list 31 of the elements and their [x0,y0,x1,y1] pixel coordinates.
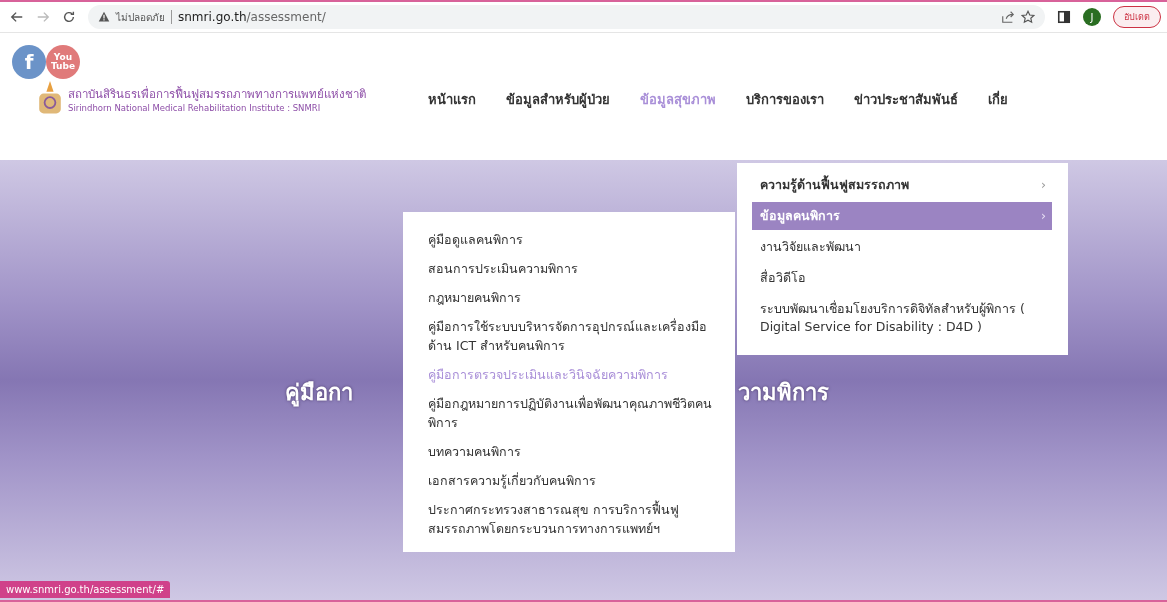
submenu-item[interactable]: กฎหมายคนพิการ [428,288,721,307]
update-button[interactable]: อัปเดต [1113,6,1161,28]
submenu-item[interactable]: เอกสารความรู้เกี่ยวกับคนพิการ [428,471,721,490]
nav-link[interactable]: เกี่ย [988,88,1008,110]
institute-name: สถาบันสิรินธรเพื่อการฟื้นฟูสมรรถภาพทางการแพทย์แห่งชาติ [68,85,366,103]
nav-link[interactable]: หน้าแรก [428,88,476,110]
submenu-item[interactable]: บทความคนพิการ [428,442,721,461]
share-icon[interactable] [1001,10,1015,24]
institute-english-name: Sirindhorn National Medical Rehabilitation Institute : SNMRI [68,103,322,113]
side-panel-icon[interactable] [1057,10,1071,24]
nav-link[interactable]: ข้อมูลสำหรับผู้ป่วย [506,88,610,110]
submenu-item[interactable]: ประกาศกระทรวงสาธารณสุข การบริการฟื้นฟูสมรรถภาพโดยกระบวนการทางการแพทย์ฯ [428,500,721,538]
menu-item[interactable]: ระบบพัฒนาเชื่อมโยงบริการดิจิทัลสำหรับผู้พิการ ( Digital Service for Disability : D4D ) [752,295,1052,341]
hero-title: คู่มือกา [285,379,353,409]
star-icon[interactable] [1021,10,1035,24]
hero-title: วามพิการ [738,379,829,407]
address-bar[interactable]: ไม่ปลอดภัย snmri.go.th/assessment/ [88,5,1045,29]
menu-item[interactable]: งานวิจัยและพัฒนา [752,233,1052,261]
menu-item[interactable]: ความรู้ด้านฟื้นฟูสมรรถภาพ › [752,171,1052,199]
menu-item[interactable]: สื่อวิดีโอ [752,264,1052,292]
warning-icon [98,11,110,23]
submenu-item[interactable]: คู่มือดูแลคนพิการ [428,230,721,249]
status-url: www.snmri.go.th/assessment/# [0,581,171,598]
profile-avatar[interactable]: J [1083,8,1101,26]
nav-link[interactable]: บริการของเรา [746,88,824,110]
back-icon[interactable] [10,10,24,24]
submenu-item[interactable]: คู่มือการใช้ระบบบริหารจัดการอุปกรณ์และเครื่องมือด้าน ICT สำหรับคนพิการ [428,317,721,355]
nav-link[interactable]: ข่าวประชาสัมพันธ์ [854,88,958,110]
submenu-item[interactable]: สอนการประเมินความพิการ [428,259,721,278]
reload-icon[interactable] [62,10,76,24]
submenu-item[interactable]: คู่มือกฎหมายการปฏิบัติงานเพื่อพัฒนาคุณภาพชีวิตคนพิการ [428,394,721,432]
